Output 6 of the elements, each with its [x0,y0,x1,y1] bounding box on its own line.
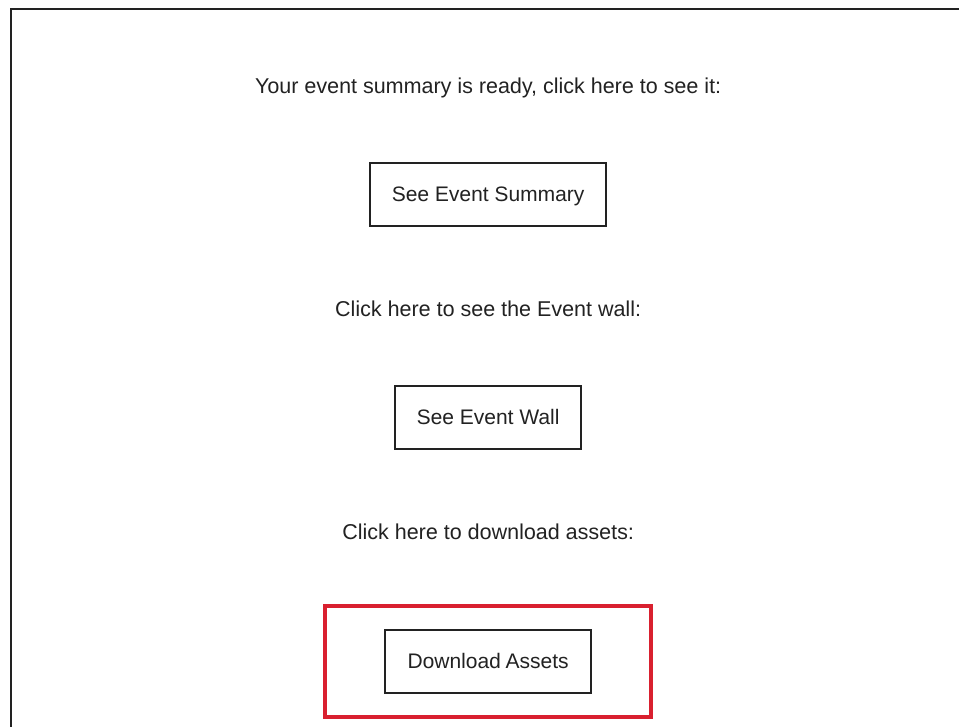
event-button[interactable]: See Event Summary [368,162,608,227]
prompt-text: Click here to download assets: [342,520,634,544]
download-button[interactable]: Download Assets [384,629,592,694]
prompt-text: Your event summary is ready, click here to see it: [254,74,722,98]
event-button[interactable]: See Event Wall [394,385,582,450]
prompt-text: Click here to see the Event wall: [335,297,641,321]
